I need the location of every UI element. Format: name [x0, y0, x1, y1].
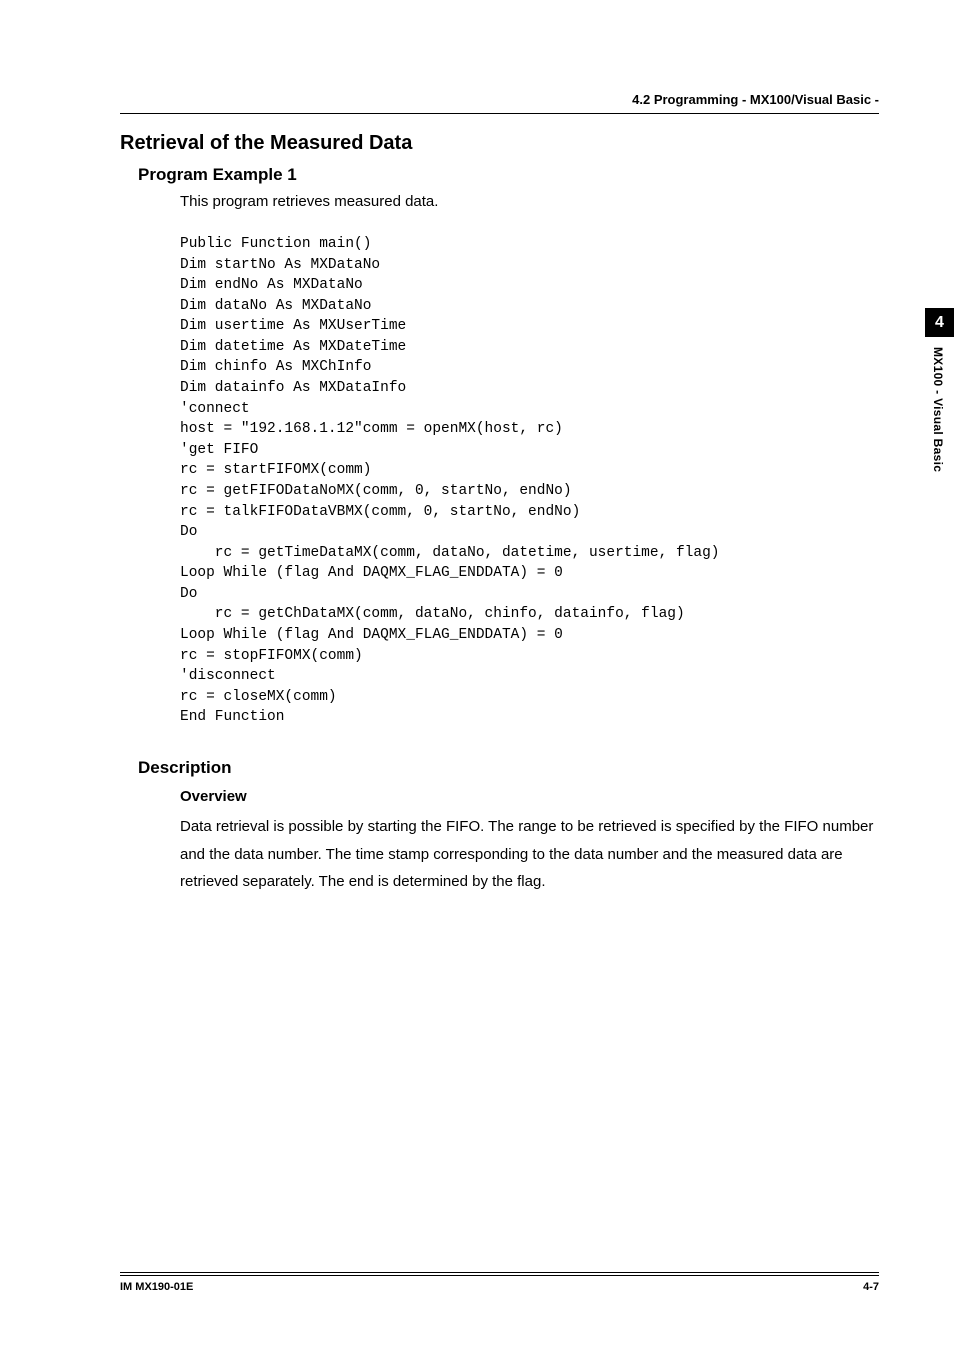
footer-rule-upper [120, 1272, 879, 1273]
chapter-number: 4 [935, 314, 944, 332]
section-header: 4.2 Programming - MX100/Visual Basic - [120, 92, 879, 114]
sub-title: Program Example 1 [138, 165, 879, 185]
main-title: Retrieval of the Measured Data [120, 132, 879, 155]
footer-doc-id: IM MX190-01E [120, 1281, 193, 1293]
overview-heading: Overview [180, 788, 879, 805]
chapter-number-box: 4 [925, 308, 954, 337]
intro-paragraph: This program retrieves measured data. [180, 193, 879, 210]
chapter-label: MX100 - Visual Basic [925, 337, 945, 472]
page-footer: IM MX190-01E 4-7 [120, 1275, 879, 1293]
overview-text: Data retrieval is possible by starting t… [180, 813, 879, 896]
description-heading: Description [138, 758, 879, 778]
chapter-tab: 4 MX100 - Visual Basic [925, 308, 954, 472]
code-block: Public Function main() Dim startNo As MX… [180, 234, 879, 728]
footer-page-number: 4-7 [863, 1281, 879, 1293]
